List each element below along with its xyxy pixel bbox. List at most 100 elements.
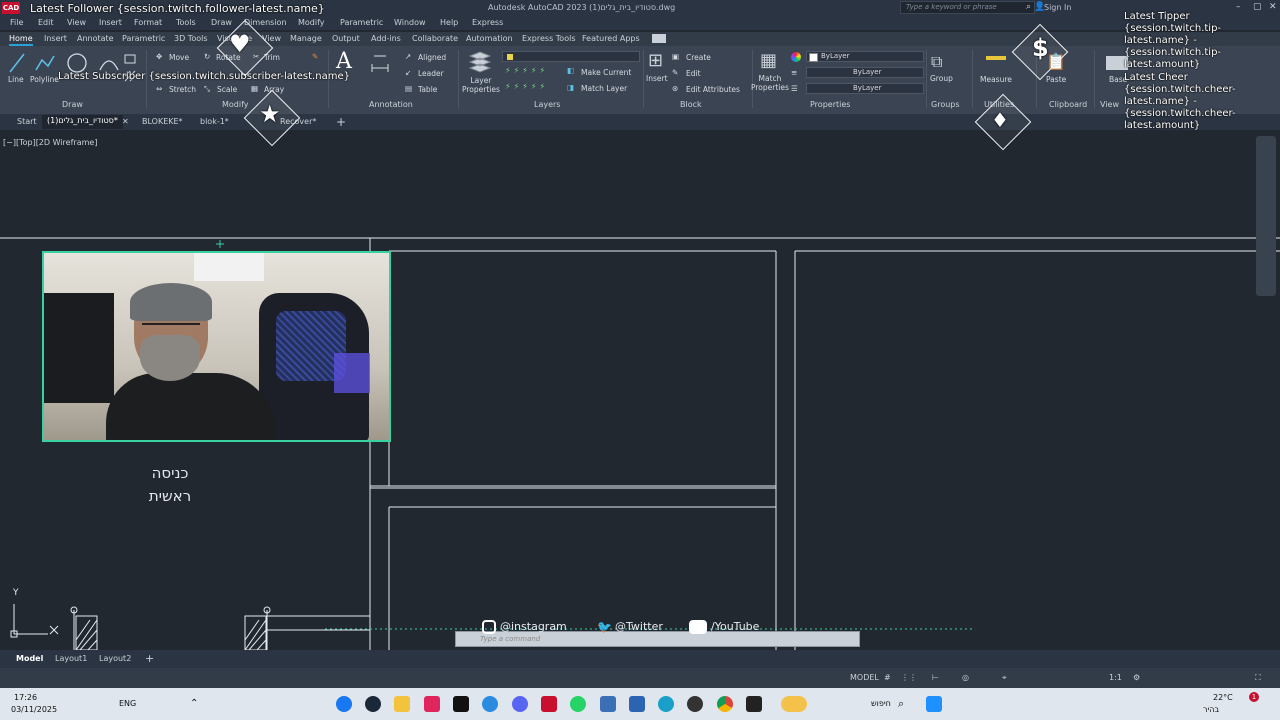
table-icon[interactable]: ▤ bbox=[405, 84, 412, 93]
linetype-dropdown[interactable]: ByLayer bbox=[806, 67, 924, 78]
insert-block-button[interactable]: Insert bbox=[646, 74, 668, 83]
scale-button[interactable]: Scale bbox=[217, 85, 237, 94]
tab-express-tools[interactable]: Express Tools bbox=[522, 34, 576, 43]
file-tab-active[interactable]: סטודיו_בית_גלים(1)* bbox=[42, 115, 123, 129]
tab-manage[interactable]: Manage bbox=[290, 34, 322, 43]
layer-properties-icon[interactable] bbox=[468, 50, 492, 74]
settings-icon[interactable]: ⚙ bbox=[1133, 673, 1140, 682]
linetype-icon[interactable]: ≡ bbox=[791, 68, 797, 77]
color-wheel-icon[interactable] bbox=[791, 52, 801, 62]
scale-icon[interactable]: ⤡ bbox=[204, 84, 210, 94]
properties-group-title[interactable]: Properties bbox=[810, 100, 850, 109]
tab-add-ins[interactable]: Add-ins bbox=[371, 34, 401, 43]
notification-badge[interactable]: 1 bbox=[1249, 692, 1259, 702]
dimension-tool-icon[interactable] bbox=[370, 52, 390, 72]
close-tab-icon[interactable]: ✕ bbox=[122, 117, 129, 126]
tab-3d-tools[interactable]: 3D Tools bbox=[174, 34, 208, 43]
tab-output[interactable]: Output bbox=[332, 34, 360, 43]
app-icon-blue[interactable] bbox=[482, 696, 498, 712]
terminal-icon[interactable] bbox=[746, 696, 762, 712]
maximize-button[interactable]: ▢ bbox=[1253, 2, 1262, 12]
menu-format[interactable]: Format bbox=[134, 18, 162, 27]
edit-block-button[interactable]: Edit bbox=[686, 69, 701, 78]
osnap-icon[interactable]: ⌖ bbox=[1002, 673, 1007, 683]
menu-tools[interactable]: Tools bbox=[176, 18, 196, 27]
steam-icon[interactable] bbox=[365, 696, 381, 712]
whatsapp-icon[interactable] bbox=[570, 696, 586, 712]
obs-icon[interactable] bbox=[687, 696, 703, 712]
new-tab-button[interactable]: + bbox=[336, 115, 346, 129]
store-icon[interactable] bbox=[629, 696, 645, 712]
group-button[interactable]: Group bbox=[930, 74, 953, 83]
tab-insert[interactable]: Insert bbox=[44, 34, 67, 43]
tab-annotate[interactable]: Annotate bbox=[77, 34, 114, 43]
match-layer-button[interactable]: Match Layer bbox=[581, 84, 627, 93]
menu-insert[interactable]: Insert bbox=[99, 18, 122, 27]
weather-widget[interactable] bbox=[781, 696, 807, 712]
facebook-icon[interactable] bbox=[336, 696, 352, 712]
tray-chevron-icon[interactable]: ⌃ bbox=[190, 698, 198, 709]
clipboard-group-title[interactable]: Clipboard bbox=[1049, 100, 1087, 109]
tab-model[interactable]: Model bbox=[16, 654, 43, 663]
aligned-dimension-icon[interactable]: ↗ bbox=[405, 52, 411, 61]
draw-group-title[interactable]: Draw bbox=[62, 100, 83, 109]
autocad-taskbar-icon[interactable] bbox=[541, 696, 557, 712]
stretch-icon[interactable]: ⇔ bbox=[156, 84, 162, 93]
line-tool-icon[interactable] bbox=[8, 52, 26, 74]
measure-button[interactable]: Measure bbox=[980, 75, 1012, 84]
edit-attributes-icon[interactable]: ⊛ bbox=[672, 84, 678, 93]
menu-parametric[interactable]: Parametric bbox=[340, 18, 383, 27]
minimize-button[interactable]: – bbox=[1236, 2, 1241, 12]
file-tab-start[interactable]: Start bbox=[17, 117, 37, 126]
menu-draw[interactable]: Draw bbox=[211, 18, 232, 27]
discord-icon[interactable] bbox=[512, 696, 528, 712]
move-icon[interactable]: ✥ bbox=[156, 52, 162, 61]
paste-button[interactable]: Paste bbox=[1046, 75, 1066, 84]
tab-home[interactable]: Home bbox=[9, 34, 33, 46]
menu-file[interactable]: File bbox=[10, 18, 23, 27]
array-icon[interactable]: ▦ bbox=[251, 84, 258, 93]
tab-automation[interactable]: Automation bbox=[466, 34, 513, 43]
make-current-button[interactable]: Make Current bbox=[581, 68, 631, 77]
measure-icon[interactable] bbox=[986, 56, 1006, 60]
calculator-icon[interactable] bbox=[600, 696, 616, 712]
start-button-icon[interactable] bbox=[926, 696, 942, 712]
groups-group-title[interactable]: Groups bbox=[931, 100, 960, 109]
insert-block-icon[interactable]: ⊞ bbox=[648, 50, 663, 71]
layers-group-title[interactable]: Layers bbox=[534, 100, 560, 109]
menu-modify[interactable]: Modify bbox=[298, 18, 325, 27]
layer-tools-icons-2[interactable]: ⚡⚡⚡⚡⚡ bbox=[505, 82, 548, 91]
create-block-button[interactable]: Create bbox=[686, 53, 711, 62]
polyline-tool-icon[interactable] bbox=[34, 52, 56, 74]
help-search-input[interactable]: Type a keyword or phrase bbox=[900, 1, 1035, 14]
search-box-text[interactable]: חיפוש bbox=[871, 699, 891, 708]
match-properties-icon[interactable]: ▦ bbox=[760, 50, 777, 71]
search-icon[interactable]: ⌕ bbox=[1026, 2, 1031, 12]
ribbon-toggle-icon[interactable] bbox=[652, 34, 666, 43]
modify-group-title[interactable]: Modify bbox=[222, 100, 249, 109]
language-indicator[interactable]: ENG bbox=[119, 699, 136, 708]
layer-properties-button[interactable]: Layer Properties bbox=[462, 76, 500, 94]
tab-collaborate[interactable]: Collaborate bbox=[412, 34, 458, 43]
edit-block-icon[interactable]: ✎ bbox=[672, 68, 678, 77]
lineweight-dropdown[interactable]: ByLayer bbox=[806, 83, 924, 94]
tiktok-icon[interactable] bbox=[453, 696, 469, 712]
aligned-dropdown[interactable]: Aligned bbox=[418, 53, 446, 62]
tab-layout1[interactable]: Layout1 bbox=[55, 654, 87, 663]
layer-tools-icons[interactable]: ⚡⚡⚡⚡⚡ bbox=[505, 66, 548, 75]
leader-dropdown[interactable]: Leader bbox=[418, 69, 444, 78]
app-icon-red[interactable] bbox=[424, 696, 440, 712]
file-explorer-icon[interactable] bbox=[394, 696, 410, 712]
group-icon[interactable]: ⧉ bbox=[931, 52, 942, 72]
leader-icon[interactable]: ↙ bbox=[405, 68, 411, 77]
rectangle-tool-icon[interactable] bbox=[124, 54, 136, 64]
polyline-tool-label[interactable]: Polyline bbox=[30, 75, 59, 84]
menu-window[interactable]: Window bbox=[394, 18, 426, 27]
autocad-logo[interactable]: CAD bbox=[2, 2, 20, 14]
annotation-group-title[interactable]: Annotation bbox=[369, 100, 413, 109]
tab-layout2[interactable]: Layout2 bbox=[99, 654, 131, 663]
menu-edit[interactable]: Edit bbox=[38, 18, 54, 27]
edit-attributes-button[interactable]: Edit Attributes bbox=[686, 85, 740, 94]
make-current-icon[interactable]: ◧ bbox=[567, 66, 574, 75]
menu-view[interactable]: View bbox=[67, 18, 86, 27]
